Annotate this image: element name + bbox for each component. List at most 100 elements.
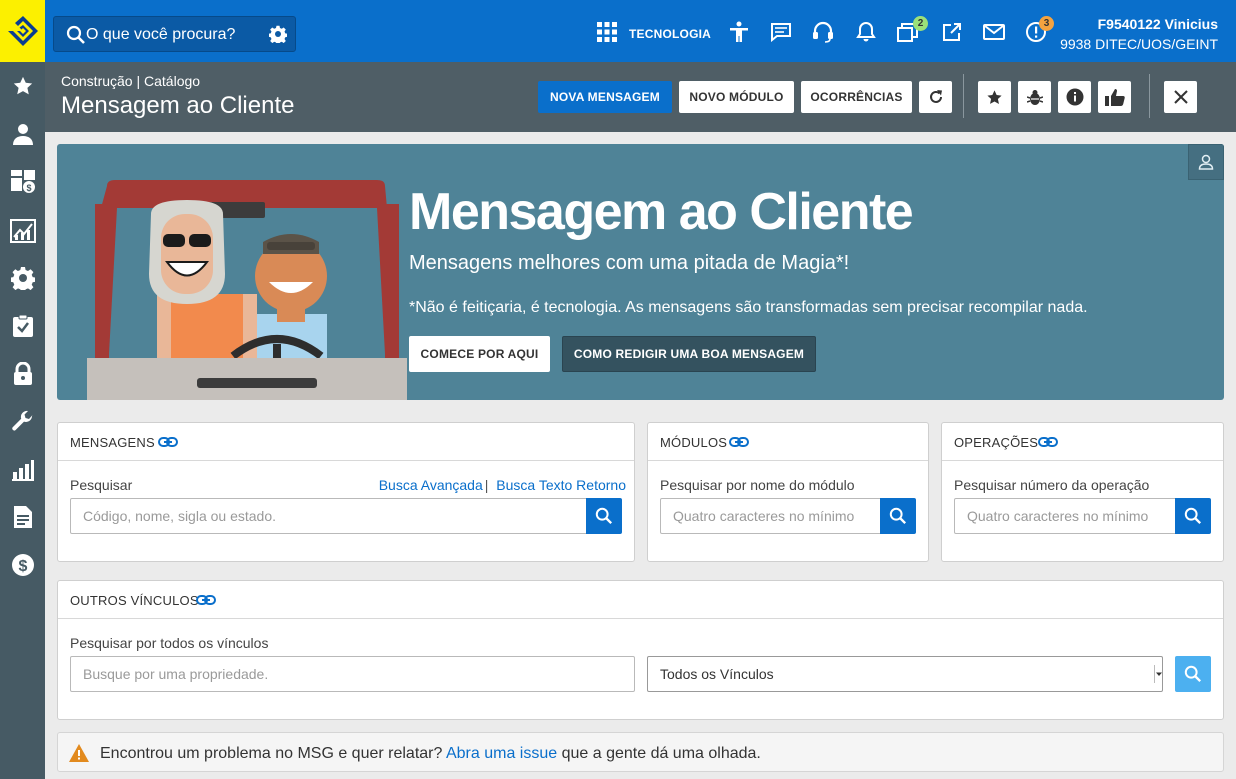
user-icon[interactable] [0, 114, 45, 154]
search-icon [889, 507, 907, 525]
chevron-down-icon [1154, 665, 1162, 683]
refresh-icon [929, 90, 942, 103]
card-header: OUTROS VÍNCULOS [58, 581, 1223, 619]
chat-icon[interactable] [770, 21, 792, 43]
messages-card: MENSAGENS Pesquisar Busca Avançada | Busc… [57, 422, 635, 562]
links-search-button[interactable] [1175, 656, 1211, 692]
card-header: OPERAÇÕES [942, 423, 1223, 461]
external-link-icon[interactable] [941, 21, 963, 43]
other-links-card: OUTROS VÍNCULOS Pesquisar por todos os v… [57, 580, 1224, 720]
card-title: MÓDULOS [660, 435, 728, 450]
global-search-box[interactable]: O que você procura? [53, 16, 296, 52]
page-header: Construção | Catálogo Mensagem ao Client… [45, 62, 1236, 132]
occurrences-button[interactable]: OCORRÊNCIAS [801, 81, 912, 113]
bell-icon[interactable] [855, 21, 877, 43]
left-sidebar: $ $ [0, 0, 45, 779]
notice-text-after: que a gente dá uma olhada. [561, 745, 761, 762]
banner-subtitle: Mensagens melhores com uma pitada de Mag… [409, 252, 850, 274]
field-label: Pesquisar por todos os vínculos [70, 635, 269, 651]
bb-logo-icon[interactable] [0, 0, 45, 62]
banner-user-button[interactable] [1188, 144, 1224, 180]
card-title: OPERAÇÕES [954, 435, 1039, 450]
page-title: Mensagem ao Cliente [61, 92, 295, 119]
link-icon[interactable] [196, 593, 216, 611]
checklist-icon[interactable] [0, 306, 45, 346]
mail-icon[interactable] [983, 21, 1005, 43]
lock-icon[interactable] [0, 354, 45, 394]
new-module-button[interactable]: NOVO MÓDULO [679, 81, 794, 113]
operations-search-input[interactable]: Quatro caracteres no mínimo [954, 498, 1177, 534]
field-label: Pesquisar número da operação [954, 477, 1150, 493]
chart-icon[interactable] [0, 211, 45, 251]
link-separator: | [484, 477, 489, 493]
card-title: MENSAGENS [70, 435, 155, 450]
open-issue-link[interactable]: Abra uma issue [446, 745, 557, 762]
top-bar: O que você procura? TECNOLOGIA 2 3 F9540… [45, 0, 1236, 62]
card-header: MENSAGENS [58, 423, 634, 461]
settings-icon[interactable] [268, 25, 288, 48]
apps-grid-icon[interactable] [596, 21, 618, 43]
thumbs-up-icon [1104, 89, 1125, 106]
favorite-button[interactable] [978, 81, 1011, 113]
svg-text:$: $ [18, 558, 27, 575]
text-return-search-link[interactable]: Busca Texto Retorno [496, 477, 626, 493]
user-unit: 9938 DITEC/UOS/GEINT [1060, 36, 1218, 52]
advanced-search-link[interactable]: Busca Avançada [379, 477, 483, 493]
car-illustration [87, 180, 407, 400]
alerts-badge: 3 [1039, 16, 1054, 31]
operations-card: OPERAÇÕES Pesquisar número da operação Q… [941, 422, 1224, 562]
operations-search-button[interactable] [1175, 498, 1211, 534]
search-icon [1184, 665, 1202, 683]
report-bug-button[interactable] [1018, 81, 1051, 113]
user-outline-icon [1198, 154, 1214, 170]
messages-search-input[interactable]: Código, nome, sigla ou estado. [70, 498, 588, 534]
links-search-input[interactable]: Busque por uma propriedade. [70, 656, 635, 692]
notifications-badge: 2 [913, 16, 928, 31]
headset-icon[interactable] [812, 21, 834, 43]
star-icon[interactable] [0, 66, 45, 106]
wrench-icon[interactable] [0, 401, 45, 441]
section-label[interactable]: TECNOLOGIA [629, 27, 711, 41]
modules-card: MÓDULOS Pesquisar por nome do módulo Qua… [647, 422, 929, 562]
issue-notice: Encontrou um problema no MSG e quer rela… [57, 732, 1224, 772]
messages-search-button[interactable] [586, 498, 622, 534]
dashboard-icon[interactable]: $ [0, 161, 45, 201]
modules-search-input[interactable]: Quatro caracteres no mínimo [660, 498, 882, 534]
global-search-placeholder: O que você procura? [86, 26, 236, 43]
field-label: Pesquisar [70, 477, 133, 493]
gear-icon[interactable] [0, 258, 45, 298]
document-icon[interactable] [0, 497, 45, 537]
search-icon [595, 507, 613, 525]
card-title: OUTROS VÍNCULOS [70, 593, 199, 608]
star-icon [987, 89, 1002, 104]
new-message-button[interactable]: NOVA MENSAGEM [538, 81, 672, 113]
close-icon [1173, 90, 1188, 104]
breadcrumb: Construção | Catálogo [61, 73, 201, 89]
search-icon [66, 25, 86, 50]
banner-title: Mensagem ao Cliente [409, 183, 914, 241]
search-links: Busca Avançada | Busca Texto Retorno [379, 477, 626, 493]
notice-text-before: Encontrou um problema no MSG e quer rela… [100, 745, 443, 762]
warning-icon [68, 743, 90, 768]
link-icon[interactable] [158, 435, 178, 453]
bug-icon [1026, 89, 1043, 105]
accessibility-icon[interactable] [728, 21, 750, 43]
dollar-icon[interactable]: $ [0, 545, 45, 585]
info-icon [1066, 88, 1083, 106]
links-type-select[interactable]: Todos os Vínculos [647, 656, 1163, 692]
link-icon[interactable] [729, 435, 749, 453]
close-button[interactable] [1164, 81, 1197, 113]
refresh-button[interactable] [919, 81, 952, 113]
bar-chart-icon[interactable] [0, 450, 45, 490]
hero-banner: Mensagem ao Cliente Mensagens melhores c… [57, 144, 1224, 400]
header-divider [963, 74, 964, 118]
user-name[interactable]: F9540122 Vinicius [1098, 16, 1218, 32]
get-started-button[interactable]: COMECE POR AQUI [409, 336, 550, 372]
info-button[interactable] [1058, 81, 1091, 113]
link-icon[interactable] [1038, 435, 1058, 453]
like-button[interactable] [1098, 81, 1131, 113]
how-to-write-button[interactable]: COMO REDIGIR UMA BOA MENSAGEM [562, 336, 816, 372]
banner-note: *Não é feitiçaria, é tecnologia. As mens… [409, 299, 1088, 316]
field-label: Pesquisar por nome do módulo [660, 477, 855, 493]
modules-search-button[interactable] [880, 498, 916, 534]
